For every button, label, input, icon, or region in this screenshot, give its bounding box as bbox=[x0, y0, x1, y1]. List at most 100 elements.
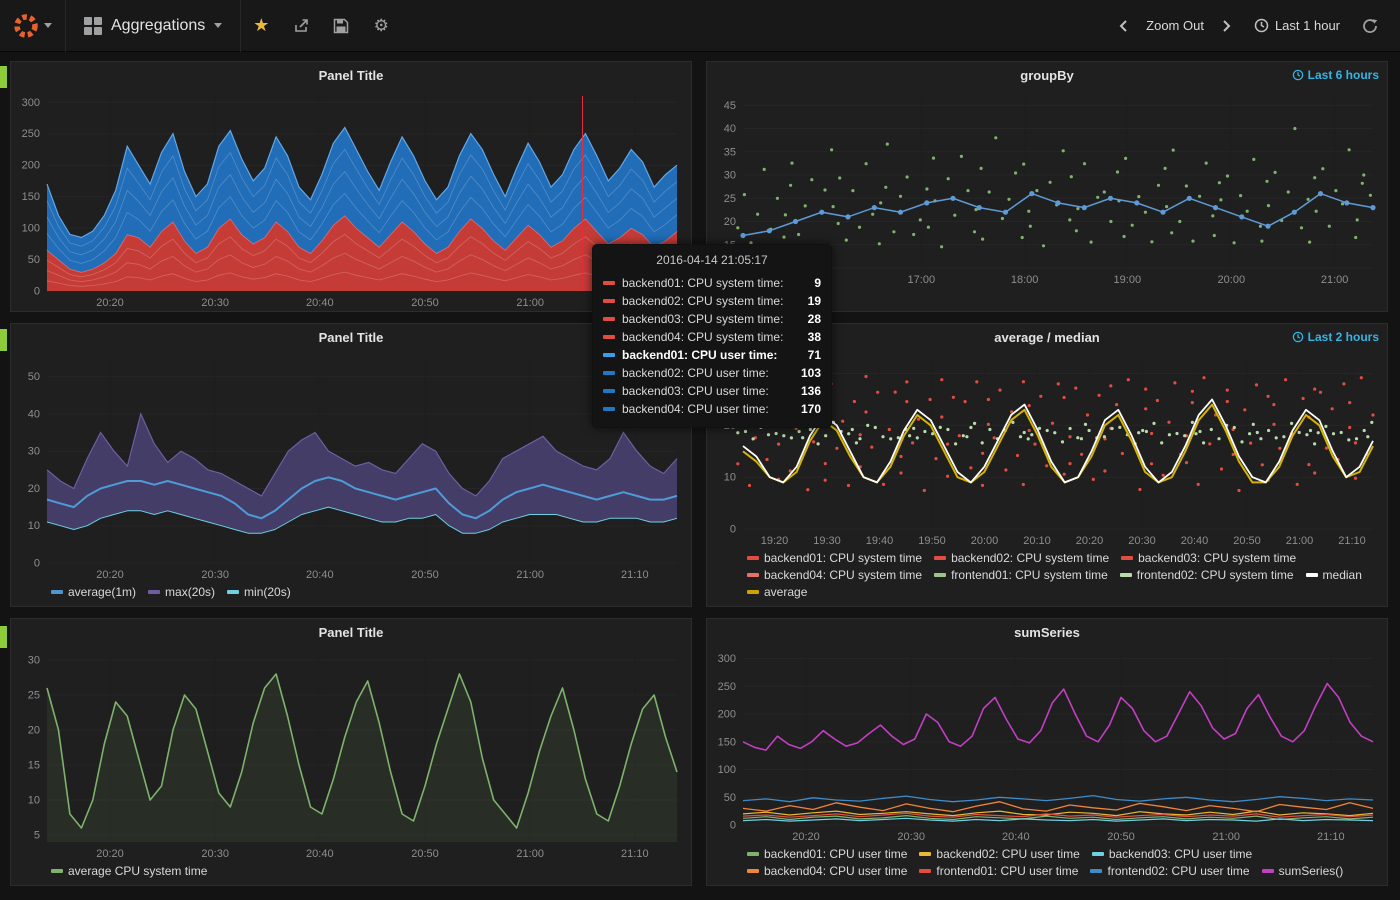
zoom-out-button[interactable]: Zoom Out bbox=[1138, 18, 1212, 33]
panel-3: Panel Title0102030405020:2020:3020:4020:… bbox=[10, 323, 692, 607]
tooltip-series-value: 71 bbox=[808, 346, 821, 364]
time-forward-button[interactable] bbox=[1214, 0, 1240, 52]
clock-icon bbox=[1254, 18, 1269, 33]
chart-canvas[interactable]: 5101520253020:2020:3020:4020:5021:0021:1… bbox=[11, 645, 691, 862]
legend-item[interactable]: backend03: CPU user time bbox=[1092, 847, 1252, 861]
legend-item[interactable]: backend04: CPU user time bbox=[747, 864, 907, 878]
legend-label: backend01: CPU system time bbox=[764, 551, 922, 565]
svg-text:15: 15 bbox=[28, 760, 40, 772]
series-color-icon bbox=[747, 869, 759, 873]
chart-area[interactable]: 05010015020025030020:2020:3020:4020:5021… bbox=[11, 88, 691, 311]
chart-area[interactable]: 0102030405020:2020:3020:4020:5021:0021:1… bbox=[11, 350, 691, 583]
svg-text:300: 300 bbox=[718, 653, 736, 665]
legend-label: average(1m) bbox=[68, 585, 136, 599]
panel-1: Panel Title05010015020025030020:2020:302… bbox=[10, 61, 692, 312]
legend-item[interactable]: backend02: CPU user time bbox=[919, 847, 1079, 861]
svg-text:20:50: 20:50 bbox=[411, 569, 439, 581]
legend-item[interactable]: backend01: CPU system time bbox=[747, 551, 922, 565]
svg-text:21:10: 21:10 bbox=[1338, 535, 1366, 547]
panel-title-text: average / median bbox=[994, 330, 1100, 345]
svg-text:20:50: 20:50 bbox=[411, 848, 439, 860]
star-button[interactable]: ★ bbox=[241, 0, 281, 52]
series-color-icon bbox=[148, 590, 160, 594]
series-color-icon bbox=[51, 869, 63, 873]
series-color-icon bbox=[603, 317, 615, 321]
legend-item[interactable]: min(20s) bbox=[227, 585, 291, 599]
tooltip-series-label: backend03: CPU user time: bbox=[622, 382, 794, 400]
settings-button[interactable]: ⚙ bbox=[361, 0, 401, 52]
dashboard-picker[interactable]: Aggregations bbox=[66, 0, 241, 52]
svg-text:20:20: 20:20 bbox=[96, 569, 124, 581]
chart-area[interactable]: 5101520253020:2020:3020:4020:5021:0021:1… bbox=[11, 645, 691, 862]
legend-item[interactable]: average bbox=[747, 585, 807, 599]
legend-item[interactable]: frontend01: CPU system time bbox=[934, 568, 1108, 582]
tooltip-series-value: 136 bbox=[801, 382, 821, 400]
svg-text:10: 10 bbox=[724, 472, 736, 484]
legend-item[interactable]: backend01: CPU user time bbox=[747, 847, 907, 861]
svg-text:20: 20 bbox=[28, 483, 40, 495]
panel-title[interactable]: groupBy bbox=[707, 62, 1387, 88]
panel-legend: backend01: CPU user time backend02: CPU u… bbox=[707, 845, 1387, 885]
caret-down-icon bbox=[44, 23, 52, 28]
svg-text:25: 25 bbox=[724, 193, 736, 205]
svg-text:21:00: 21:00 bbox=[1212, 831, 1240, 843]
panel-title[interactable]: Panel Title bbox=[11, 62, 691, 88]
svg-text:50: 50 bbox=[724, 792, 736, 804]
legend-item[interactable]: median bbox=[1306, 568, 1362, 582]
svg-text:20:30: 20:30 bbox=[897, 831, 925, 843]
tooltip-row: backend02: CPU system time:19 bbox=[603, 292, 821, 310]
time-range-picker[interactable]: Last 1 hour bbox=[1242, 18, 1352, 33]
series-color-icon bbox=[934, 556, 946, 560]
legend-item[interactable]: backend02: CPU system time bbox=[934, 551, 1109, 565]
legend-label: backend02: CPU system time bbox=[951, 551, 1109, 565]
clock-icon bbox=[1292, 331, 1304, 343]
tooltip-series-label: backend01: CPU system time: bbox=[622, 274, 807, 292]
save-button[interactable] bbox=[321, 0, 361, 52]
legend-label: median bbox=[1323, 568, 1362, 582]
svg-text:21:00: 21:00 bbox=[516, 848, 544, 860]
svg-text:20:50: 20:50 bbox=[1107, 831, 1135, 843]
svg-text:20:50: 20:50 bbox=[411, 297, 439, 309]
legend-item[interactable]: frontend01: CPU user time bbox=[919, 864, 1078, 878]
panel-legend: backend01: CPU system time backend02: CPU… bbox=[707, 549, 1387, 606]
row-toggle-handle[interactable] bbox=[0, 329, 7, 351]
svg-text:20:20: 20:20 bbox=[96, 848, 124, 860]
series-color-icon bbox=[1090, 869, 1102, 873]
legend-label: backend04: CPU system time bbox=[764, 568, 922, 582]
grafana-logo-button[interactable] bbox=[0, 0, 66, 52]
svg-text:10: 10 bbox=[28, 795, 40, 807]
legend-item[interactable]: backend03: CPU system time bbox=[1121, 551, 1296, 565]
tooltip-row: backend04: CPU system time:38 bbox=[603, 328, 821, 346]
tooltip-series-label: backend03: CPU system time: bbox=[622, 310, 801, 328]
series-color-icon bbox=[934, 573, 946, 577]
refresh-button[interactable] bbox=[1354, 0, 1386, 52]
legend-item[interactable]: sumSeries() bbox=[1262, 864, 1344, 878]
panel-title[interactable]: Panel Title bbox=[11, 324, 691, 350]
legend-item[interactable]: frontend02: CPU system time bbox=[1120, 568, 1294, 582]
svg-text:100: 100 bbox=[22, 223, 40, 235]
time-back-button[interactable] bbox=[1110, 0, 1136, 52]
chart-canvas[interactable]: 0102030405020:2020:3020:4020:5021:0021:1… bbox=[11, 350, 691, 583]
series-color-icon bbox=[747, 573, 759, 577]
tooltip-series-label: backend02: CPU user time: bbox=[622, 364, 794, 382]
share-button[interactable] bbox=[281, 0, 321, 52]
panel-title[interactable]: Panel Title bbox=[11, 619, 691, 645]
chart-canvas[interactable]: 05010015020025030020:2020:3020:4020:5021… bbox=[11, 88, 691, 311]
series-color-icon bbox=[747, 556, 759, 560]
panel-6: sumSeries05010015020025030020:2020:3020:… bbox=[706, 618, 1388, 886]
row-toggle-handle[interactable] bbox=[0, 626, 7, 648]
svg-text:20:10: 20:10 bbox=[1023, 535, 1051, 547]
legend-item[interactable]: backend04: CPU system time bbox=[747, 568, 922, 582]
panel-time-override: Last 2 hours bbox=[1292, 330, 1379, 344]
chevron-right-icon bbox=[1222, 19, 1232, 33]
svg-text:200: 200 bbox=[718, 709, 736, 721]
panel-title[interactable]: sumSeries bbox=[707, 619, 1387, 645]
legend-item[interactable]: average(1m) bbox=[51, 585, 136, 599]
chart-canvas[interactable]: 05010015020025030020:2020:3020:4020:5021… bbox=[707, 645, 1387, 845]
legend-item[interactable]: average CPU system time bbox=[51, 864, 207, 878]
tooltip-row: backend04: CPU user time:170 bbox=[603, 400, 821, 418]
chart-area[interactable]: 05010015020025030020:2020:3020:4020:5021… bbox=[707, 645, 1387, 845]
legend-item[interactable]: frontend02: CPU user time bbox=[1090, 864, 1249, 878]
legend-item[interactable]: max(20s) bbox=[148, 585, 215, 599]
row-toggle-handle[interactable] bbox=[0, 66, 7, 88]
